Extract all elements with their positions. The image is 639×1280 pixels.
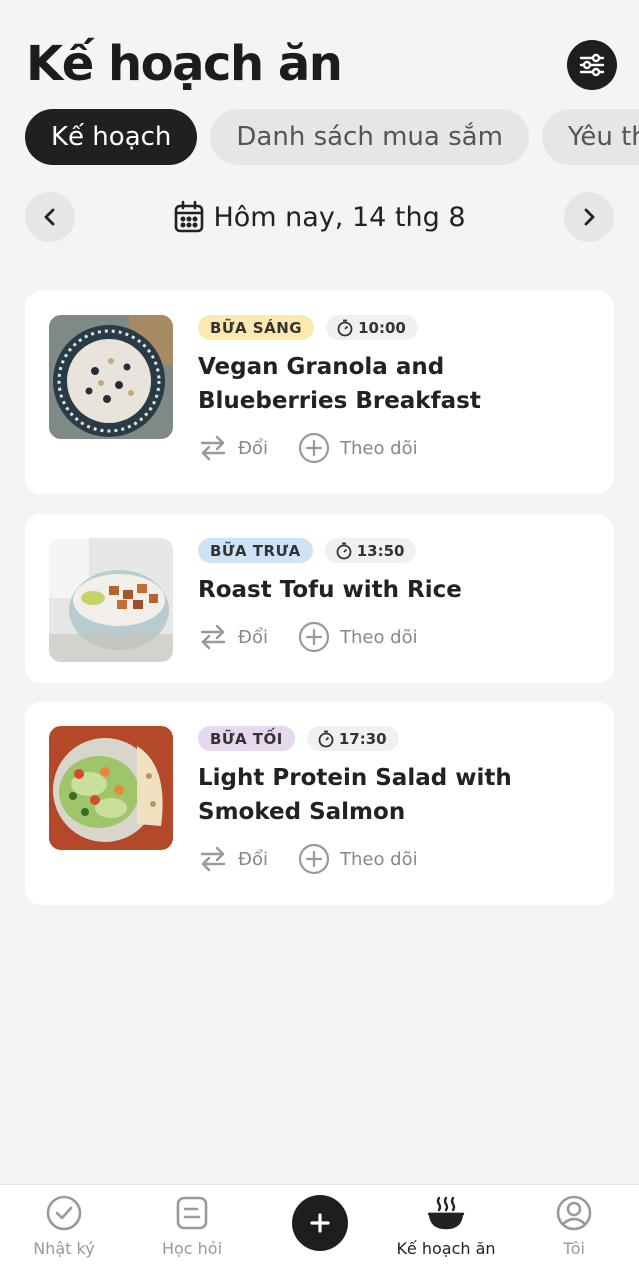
swap-icon (200, 435, 226, 461)
date-navigator: Hôm nay, 14 thg 8 (25, 192, 614, 242)
plus-circle-icon (298, 621, 330, 653)
meal-image (49, 726, 173, 850)
meal-title: Light Protein Salad with Smoked Salmon (198, 765, 512, 825)
meal-time: 10:00 (326, 315, 418, 340)
swap-icon (200, 624, 226, 650)
settings-button[interactable] (567, 40, 617, 90)
plus-circle-icon (298, 432, 330, 464)
chevron-left-icon (44, 208, 55, 226)
sliders-icon (579, 53, 605, 77)
meal-type-badge: BỮA TỐI (198, 726, 295, 751)
nav-label: Kế hoạch ăn (396, 1239, 496, 1258)
meal-info: BỮA SÁNG 10:00 Vegan Granola and Blueber… (198, 315, 594, 464)
meal-time: 13:50 (324, 538, 417, 563)
chevron-right-icon (584, 208, 595, 226)
page-title: Kế hoạch ăn (26, 36, 343, 92)
plus-icon (310, 1213, 330, 1233)
stopwatch-icon (336, 542, 352, 559)
tab-plan[interactable]: Kế hoạch (25, 109, 198, 165)
check-circle-icon (44, 1193, 84, 1233)
meal-card-lunch[interactable]: BỮA TRƯA 13:50 Roast Tofu with Rice Đổi … (25, 514, 614, 683)
meal-image (49, 538, 173, 662)
plus-circle-icon (298, 843, 330, 875)
meal-title: Roast Tofu with Rice (198, 577, 462, 603)
note-icon (172, 1193, 212, 1233)
nav-item-profile[interactable]: Tôi (514, 1193, 634, 1258)
add-button[interactable] (292, 1195, 348, 1251)
stopwatch-icon (337, 319, 353, 336)
next-day-button[interactable] (564, 192, 614, 242)
nav-item-diary[interactable]: Nhật ký (4, 1193, 124, 1258)
tab-bar: Kế hoạch Danh sách mua sắm Yêu thích (25, 109, 639, 165)
meal-card-breakfast[interactable]: BỮA SÁNG 10:00 Vegan Granola and Blueber… (25, 291, 614, 494)
prev-day-button[interactable] (25, 192, 75, 242)
header: Kế hoạch ăn (26, 36, 617, 96)
calendar-icon (175, 200, 204, 233)
track-button[interactable]: Theo dõi (298, 621, 418, 653)
swap-button[interactable]: Đổi (198, 433, 268, 463)
track-button[interactable]: Theo dõi (298, 843, 418, 875)
meal-time: 17:30 (306, 726, 399, 751)
track-button[interactable]: Theo dõi (298, 432, 418, 464)
bowl-icon (426, 1193, 466, 1233)
date-label: Hôm nay, 14 thg 8 (213, 201, 466, 233)
swap-icon (200, 846, 226, 872)
bottom-nav: Nhật ký Học hỏi Kế hoạch ăn Tôi (0, 1184, 639, 1280)
nav-item-learn[interactable]: Học hỏi (132, 1193, 252, 1258)
user-circle-icon (554, 1193, 594, 1233)
meal-info: BỮA TRƯA 13:50 Roast Tofu with Rice Đổi … (198, 538, 594, 653)
date-label-group[interactable]: Hôm nay, 14 thg 8 (25, 192, 614, 242)
meal-card-dinner[interactable]: BỮA TỐI 17:30 Light Protein Salad with S… (25, 702, 614, 905)
nav-label: Nhật ký (33, 1239, 95, 1258)
meal-image (49, 315, 173, 439)
tab-favorites[interactable]: Yêu thích (541, 109, 639, 165)
meal-type-badge: BỮA SÁNG (198, 315, 315, 340)
stopwatch-icon (318, 730, 334, 747)
meal-title: Vegan Granola and Blueberries Breakfast (198, 354, 481, 414)
nav-label: Học hỏi (161, 1239, 223, 1258)
swap-button[interactable]: Đổi (198, 622, 268, 652)
tab-shopping-list[interactable]: Danh sách mua sắm (210, 109, 529, 165)
swap-button[interactable]: Đổi (198, 844, 268, 874)
nav-label: Tôi (563, 1239, 585, 1258)
nav-item-meal-plan[interactable]: Kế hoạch ăn (386, 1193, 506, 1258)
meal-info: BỮA TỐI 17:30 Light Protein Salad with S… (198, 726, 594, 875)
meal-type-badge: BỮA TRƯA (198, 538, 313, 563)
